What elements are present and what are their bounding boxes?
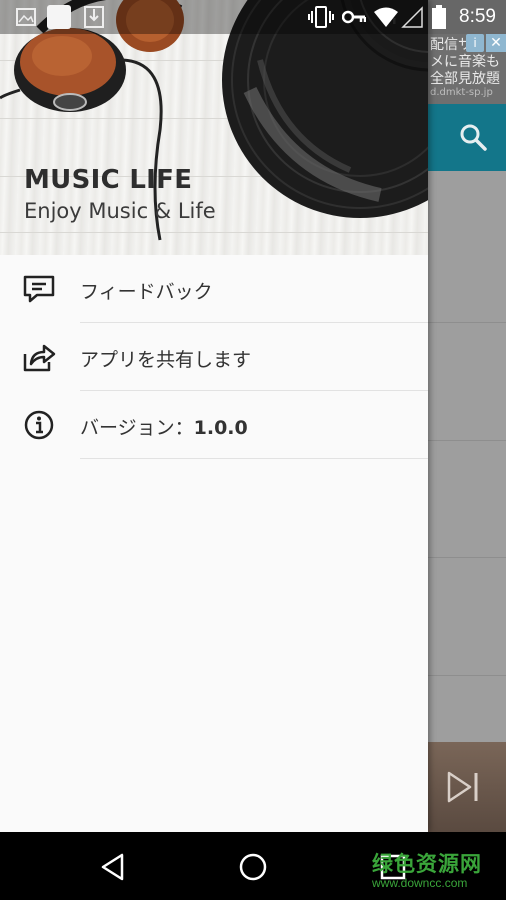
list-divider	[428, 440, 506, 441]
download-icon	[84, 6, 104, 28]
vpn-key-icon	[342, 10, 366, 24]
drawer-menu: フィードバック アプリを共有します バージョン：1.0.0	[0, 255, 428, 459]
status-time: 8:59	[459, 6, 496, 27]
menu-divider	[80, 458, 428, 459]
watermark-url: www.downcc.com	[372, 876, 468, 890]
list-divider	[428, 322, 506, 323]
watermark: 绿色资源网 www.downcc.com	[372, 848, 482, 890]
menu-item-share[interactable]: アプリを共有します	[0, 323, 428, 391]
signal-icon	[401, 6, 423, 28]
ad-info-icon[interactable]: i	[466, 34, 484, 52]
skip-next-icon[interactable]	[446, 770, 480, 804]
ad-url: d.dmkt-sp.jp	[430, 87, 493, 98]
home-icon[interactable]	[236, 850, 270, 884]
battery-icon	[432, 5, 446, 29]
watermark-text: 绿色资源网	[372, 852, 482, 876]
ad-close-icon[interactable]: ✕	[486, 34, 506, 52]
info-icon	[24, 410, 54, 440]
notification-square-icon	[47, 5, 71, 29]
menu-item-feedback[interactable]: フィードバック	[0, 255, 428, 323]
drawer-header: MUSIC LIFE Enjoy Music & Life	[0, 0, 428, 255]
search-icon[interactable]	[458, 122, 488, 152]
list-divider	[428, 675, 506, 676]
version-number: 1.0.0	[193, 417, 248, 439]
wifi-icon	[374, 7, 398, 27]
vibrate-icon	[308, 6, 334, 28]
ad-banner[interactable]: 配信サ メに音楽も 全部見放題 d.dmkt-sp.jp i ✕	[428, 34, 506, 104]
back-icon[interactable]	[96, 850, 130, 884]
menu-item-version[interactable]: バージョン：1.0.0	[0, 391, 428, 459]
app-name: MUSIC LIFE	[24, 165, 193, 195]
menu-label-version: バージョン：1.0.0	[80, 413, 248, 440]
app-tagline: Enjoy Music & Life	[24, 199, 216, 223]
ad-text-line-3: 全部見放題	[430, 71, 500, 87]
image-icon	[16, 8, 36, 26]
list-divider	[428, 557, 506, 558]
menu-label-share: アプリを共有します	[80, 349, 252, 371]
navigation-drawer: MUSIC LIFE Enjoy Music & Life フィードバック アプ…	[0, 0, 428, 832]
menu-label-feedback: フィードバック	[80, 281, 213, 303]
version-prefix: バージョン：	[80, 417, 194, 439]
feedback-icon	[23, 275, 55, 303]
status-bar: 8:59	[0, 0, 506, 34]
share-icon	[23, 344, 56, 372]
